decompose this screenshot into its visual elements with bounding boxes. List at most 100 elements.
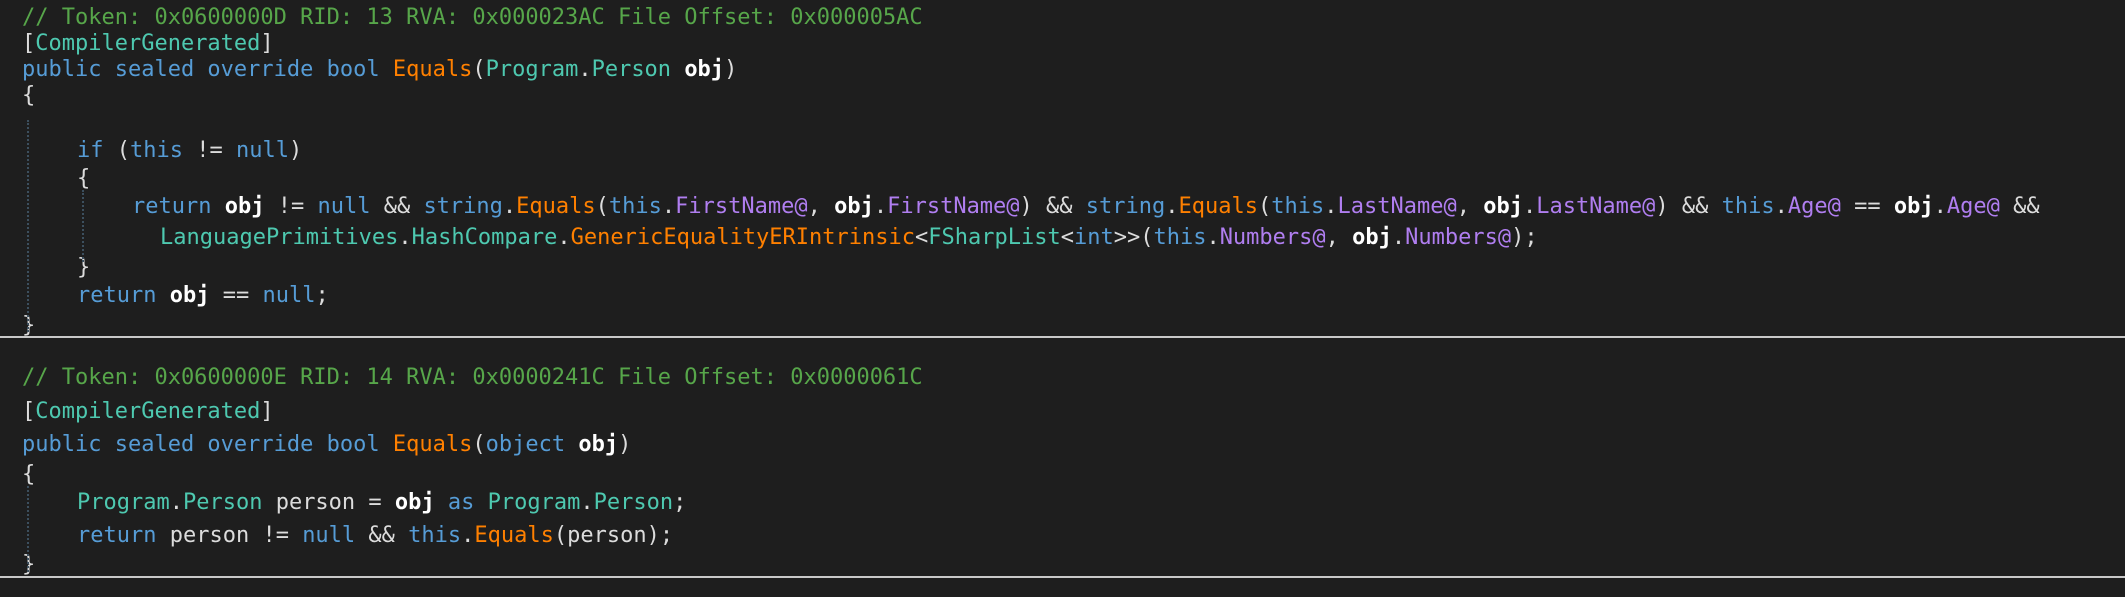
type-reference[interactable]: Program	[486, 57, 579, 82]
code-token: ) &&	[1655, 194, 1722, 219]
open-brace: {	[22, 80, 35, 112]
method-comment: // Token: 0x0600000E RID: 14 RVA: 0x0000…	[22, 362, 923, 394]
field-reference[interactable]: LastName@	[1337, 194, 1456, 219]
code-token: ==	[209, 283, 263, 308]
type-reference[interactable]: Program	[77, 490, 170, 515]
code-token: return	[77, 523, 157, 548]
method-reference[interactable]: GenericEqualityERIntrinsic	[571, 225, 915, 250]
code-token: obj	[1483, 194, 1523, 219]
code-token: .	[873, 194, 888, 219]
method-signature: public sealed override bool Equals(Progr…	[22, 54, 737, 86]
code-editor[interactable]: // Token: 0x0600000D RID: 13 RVA: 0x0000…	[0, 0, 2125, 597]
parameter-name[interactable]: obj	[684, 57, 724, 82]
field-reference[interactable]: Numbers@	[1405, 225, 1511, 250]
indent-guide	[27, 120, 29, 332]
attribute-name[interactable]: CompilerGenerated	[35, 399, 260, 424]
code-token: {	[77, 166, 91, 191]
field-reference[interactable]: Age@	[1788, 194, 1841, 219]
method-reference[interactable]: Equals	[474, 523, 553, 548]
method-name[interactable]: Equals	[393, 57, 472, 82]
code-token: .	[661, 194, 676, 219]
code-token: .	[557, 225, 571, 250]
code-token: this	[608, 194, 662, 219]
code-token: &&	[370, 194, 424, 219]
code-token: .	[1933, 194, 1947, 219]
code-token: <	[915, 225, 929, 250]
code-token: as	[447, 490, 475, 515]
field-reference[interactable]: FirstName@	[675, 194, 807, 219]
code-token: (	[472, 57, 486, 82]
type-reference[interactable]: Person	[592, 57, 671, 82]
code-token: obj	[224, 194, 265, 219]
attribute-name[interactable]: CompilerGenerated	[35, 31, 260, 56]
type-reference[interactable]: Person	[183, 490, 262, 515]
code-token: .	[1206, 225, 1220, 250]
code-token: ) &&	[1019, 194, 1086, 219]
field-reference[interactable]: LastName@	[1536, 194, 1655, 219]
code-token: int	[1073, 225, 1114, 250]
indent-guide	[82, 190, 84, 262]
code-token: ;	[673, 490, 687, 515]
code-token: string	[1085, 194, 1166, 219]
code-token: null	[302, 523, 356, 548]
code-token: &&	[1999, 194, 2040, 219]
code-token: obj	[169, 283, 210, 308]
code-token: .	[1522, 194, 1537, 219]
code-token: .	[169, 490, 183, 515]
code-token: &&	[355, 523, 409, 548]
code-token: {	[22, 462, 36, 487]
final-return-statement: return obj == null;	[77, 280, 329, 312]
indent-guide	[27, 486, 29, 572]
code-token: !=	[264, 194, 318, 219]
code-token: .	[1774, 194, 1788, 219]
code-token: obj	[1893, 194, 1934, 219]
code-token: (	[472, 432, 486, 457]
code-token: null	[262, 283, 316, 308]
method-signature: public sealed override bool Equals(objec…	[22, 429, 631, 461]
code-token: ==	[1840, 194, 1894, 219]
code-token: obj	[834, 194, 874, 219]
method-name[interactable]: Equals	[393, 432, 472, 457]
field-reference[interactable]: Age@	[1947, 194, 2000, 219]
code-token: .	[580, 490, 594, 515]
code-token: this	[1721, 194, 1775, 219]
type-reference[interactable]: FSharpList	[928, 225, 1060, 250]
code-token: (	[1258, 194, 1272, 219]
code-token: )	[618, 432, 632, 457]
code-token: .	[502, 194, 517, 219]
code-token: <	[1060, 225, 1074, 250]
code-token: public sealed override bool	[22, 57, 380, 82]
code-token: ]	[260, 31, 274, 56]
method-reference[interactable]: Equals	[516, 194, 595, 219]
code-token: )	[724, 57, 738, 82]
type-reference[interactable]: HashCompare	[412, 225, 558, 250]
code-token: if	[77, 138, 104, 163]
code-token: null	[317, 194, 371, 219]
code-token: return	[132, 194, 212, 219]
method-separator	[0, 576, 2125, 578]
field-reference[interactable]: Numbers@	[1220, 225, 1326, 250]
method-separator	[0, 336, 2125, 338]
return-statement: return person != null && this.Equals(per…	[77, 520, 673, 552]
code-token: obj	[1352, 225, 1392, 250]
code-token: .	[578, 57, 592, 82]
code-token: object	[485, 432, 566, 457]
code-token: ]	[260, 399, 274, 424]
field-reference[interactable]: FirstName@	[887, 194, 1019, 219]
parameter-name[interactable]: obj	[578, 432, 618, 457]
code-token: (	[1140, 225, 1154, 250]
type-reference[interactable]: Program	[488, 490, 581, 515]
code-token: this	[1153, 225, 1207, 250]
code-token: this	[408, 523, 462, 548]
code-token: string	[423, 194, 503, 219]
type-reference[interactable]: LanguagePrimitives	[160, 225, 398, 250]
code-token: );	[1511, 225, 1538, 250]
code-token: .	[461, 523, 475, 548]
code-token: person =	[262, 490, 395, 515]
type-reference[interactable]: Person	[594, 490, 673, 515]
code-token: ,	[1456, 194, 1484, 219]
code-token: ,	[1325, 225, 1353, 250]
declaration-statement: Program.Person person = obj as Program.P…	[77, 487, 686, 519]
return-continuation: LanguagePrimitives.HashCompare.GenericEq…	[160, 222, 1538, 254]
method-reference[interactable]: Equals	[1179, 194, 1258, 219]
